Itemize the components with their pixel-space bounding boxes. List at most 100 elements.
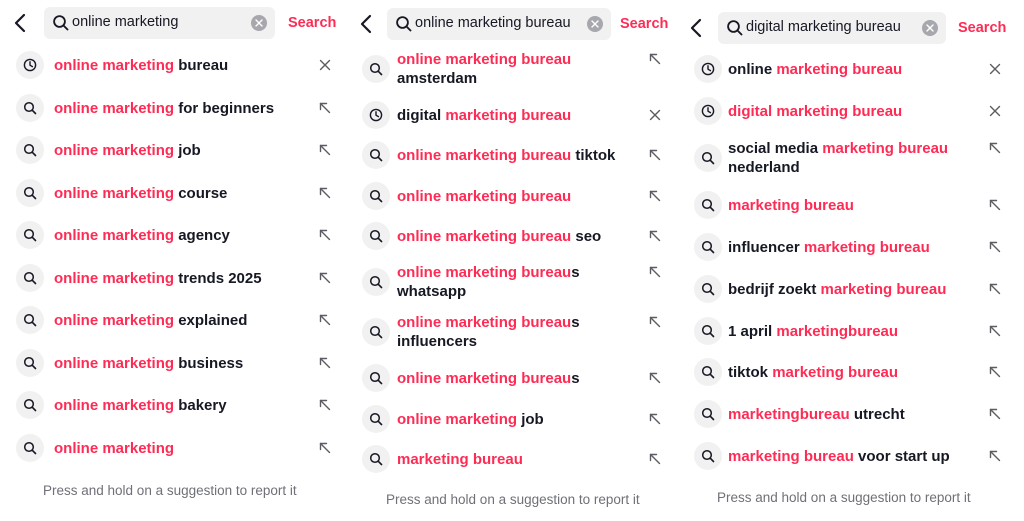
fill-arrow-icon[interactable] bbox=[988, 198, 1002, 212]
clear-icon[interactable] bbox=[251, 15, 267, 31]
fill-arrow-icon[interactable] bbox=[988, 282, 1002, 296]
fill-arrow-icon[interactable] bbox=[318, 186, 332, 200]
search-panel-2: online marketing bureau Search online ma… bbox=[352, 0, 687, 521]
suggestion-row[interactable]: 1 april marketingbureau bbox=[684, 311, 1019, 351]
suggestion-row[interactable]: online marketing business bbox=[6, 343, 341, 383]
suggestion-row[interactable]: online marketing for beginners bbox=[6, 88, 341, 128]
remove-icon[interactable] bbox=[988, 104, 1002, 118]
matched-text: online marketing bureau bbox=[397, 146, 572, 164]
search-input[interactable]: online marketing bbox=[44, 7, 275, 39]
back-arrow-icon[interactable] bbox=[358, 12, 376, 36]
suggestion-suffix: trends 2025 bbox=[174, 269, 262, 287]
matched-text: online marketing bureau bbox=[397, 264, 572, 281]
suggestion-row[interactable]: online marketing bureau bbox=[352, 176, 687, 216]
suggestion-row[interactable]: online marketing bureaus influencers bbox=[352, 312, 687, 352]
suggestion-row[interactable]: marketing bureau bbox=[684, 185, 1019, 225]
suggestion-text: online marketing explained bbox=[54, 311, 284, 330]
suggestion-row[interactable]: digital marketing bureau bbox=[684, 91, 1019, 131]
report-hint: Press and hold on a suggestion to report… bbox=[43, 483, 297, 498]
suggestion-text: online marketing bureaus whatsapp bbox=[397, 263, 627, 301]
fill-arrow-icon[interactable] bbox=[648, 148, 662, 162]
suggestion-text: marketingbureau utrecht bbox=[728, 405, 958, 424]
fill-arrow-icon[interactable] bbox=[318, 356, 332, 370]
history-icon bbox=[16, 51, 44, 79]
suggestion-text: social media marketing bureau nederland bbox=[728, 139, 958, 177]
fill-arrow-icon[interactable] bbox=[648, 52, 662, 66]
fill-arrow-icon[interactable] bbox=[648, 452, 662, 466]
suggestion-text: digital marketing bureau bbox=[397, 106, 627, 125]
search-panel-1: online marketing Search online marketing… bbox=[6, 0, 341, 521]
search-button[interactable]: Search bbox=[288, 15, 336, 31]
suggestion-row[interactable]: online marketing bureau seo bbox=[352, 216, 687, 256]
back-arrow-icon[interactable] bbox=[12, 11, 30, 35]
suggestion-suffix: tiktok bbox=[571, 146, 616, 164]
suggestion-row[interactable]: online marketing agency bbox=[6, 215, 341, 255]
suggestion-suffix: job bbox=[174, 141, 201, 159]
fill-arrow-icon[interactable] bbox=[648, 189, 662, 203]
suggestion-suffix: business bbox=[174, 354, 244, 372]
fill-arrow-icon[interactable] bbox=[648, 315, 662, 329]
search-input[interactable]: digital marketing bureau bbox=[718, 12, 946, 44]
fill-arrow-icon[interactable] bbox=[318, 228, 332, 242]
suggestion-row[interactable]: tiktok marketing bureau bbox=[684, 352, 1019, 392]
suggestion-suffix: digital bbox=[397, 106, 446, 124]
fill-arrow-icon[interactable] bbox=[988, 240, 1002, 254]
suggestion-row[interactable]: influencer marketing bureau bbox=[684, 227, 1019, 267]
fill-arrow-icon[interactable] bbox=[318, 101, 332, 115]
search-icon bbox=[694, 317, 722, 345]
suggestion-row[interactable]: online marketing bureaus bbox=[352, 358, 687, 398]
search-icon bbox=[16, 349, 44, 377]
suggestion-row[interactable]: online marketing bureau amsterdam bbox=[352, 49, 687, 89]
remove-icon[interactable] bbox=[988, 62, 1002, 76]
suggestion-row[interactable]: online marketing bureau bbox=[684, 49, 1019, 89]
suggestion-row[interactable]: online marketing bbox=[6, 428, 341, 468]
search-button[interactable]: Search bbox=[958, 20, 1006, 36]
fill-arrow-icon[interactable] bbox=[318, 271, 332, 285]
suggestion-suffix: amsterdam bbox=[397, 70, 478, 87]
suggestion-row[interactable]: online marketing trends 2025 bbox=[6, 258, 341, 298]
remove-icon[interactable] bbox=[648, 108, 662, 122]
suggestion-row[interactable]: online marketing bureau bbox=[6, 45, 341, 85]
fill-arrow-icon[interactable] bbox=[318, 398, 332, 412]
report-hint: Press and hold on a suggestion to report… bbox=[717, 490, 971, 505]
fill-arrow-icon[interactable] bbox=[648, 371, 662, 385]
suggestion-row[interactable]: online marketing explained bbox=[6, 300, 341, 340]
fill-arrow-icon[interactable] bbox=[988, 324, 1002, 338]
suggestion-text: influencer marketing bureau bbox=[728, 238, 958, 257]
suggestion-row[interactable]: online marketing bakery bbox=[6, 385, 341, 425]
suggestion-row[interactable]: social media marketing bureau nederland bbox=[684, 138, 1019, 178]
suggestion-row[interactable]: online marketing bureaus whatsapp bbox=[352, 262, 687, 302]
suggestion-row[interactable]: online marketing job bbox=[6, 130, 341, 170]
search-icon bbox=[16, 221, 44, 249]
clear-icon[interactable] bbox=[587, 16, 603, 32]
suggestion-row[interactable]: digital marketing bureau bbox=[352, 95, 687, 135]
search-input[interactable]: online marketing bureau bbox=[387, 8, 611, 40]
fill-arrow-icon[interactable] bbox=[648, 412, 662, 426]
suggestion-row[interactable]: marketing bureau bbox=[352, 439, 687, 479]
fill-arrow-icon[interactable] bbox=[988, 365, 1002, 379]
fill-arrow-icon[interactable] bbox=[648, 229, 662, 243]
suggestion-row[interactable]: marketingbureau utrecht bbox=[684, 394, 1019, 434]
suggestion-row[interactable]: bedrijf zoekt marketing bureau bbox=[684, 269, 1019, 309]
fill-arrow-icon[interactable] bbox=[318, 313, 332, 327]
suggestion-row[interactable]: marketing bureau voor start up bbox=[684, 436, 1019, 476]
remove-icon[interactable] bbox=[318, 58, 332, 72]
search-icon bbox=[362, 268, 390, 296]
suggestion-text: online marketing bureaus influencers bbox=[397, 313, 627, 351]
search-button[interactable]: Search bbox=[620, 16, 668, 32]
fill-arrow-icon[interactable] bbox=[988, 141, 1002, 155]
fill-arrow-icon[interactable] bbox=[318, 143, 332, 157]
suggestion-row[interactable]: online marketing bureau tiktok bbox=[352, 135, 687, 175]
suggestion-row[interactable]: online marketing course bbox=[6, 173, 341, 213]
fill-arrow-icon[interactable] bbox=[988, 407, 1002, 421]
suggestion-text: marketing bureau bbox=[728, 196, 958, 215]
suggestion-row[interactable]: online marketing job bbox=[352, 399, 687, 439]
clear-icon[interactable] bbox=[922, 20, 938, 36]
fill-arrow-icon[interactable] bbox=[648, 265, 662, 279]
search-panel-3: digital marketing bureau Search online m… bbox=[684, 0, 1019, 521]
fill-arrow-icon[interactable] bbox=[988, 449, 1002, 463]
suggestion-text: online marketing bureau bbox=[397, 187, 627, 206]
fill-arrow-icon[interactable] bbox=[318, 441, 332, 455]
back-arrow-icon[interactable] bbox=[688, 16, 706, 40]
suggestion-suffix: bakery bbox=[174, 396, 227, 414]
